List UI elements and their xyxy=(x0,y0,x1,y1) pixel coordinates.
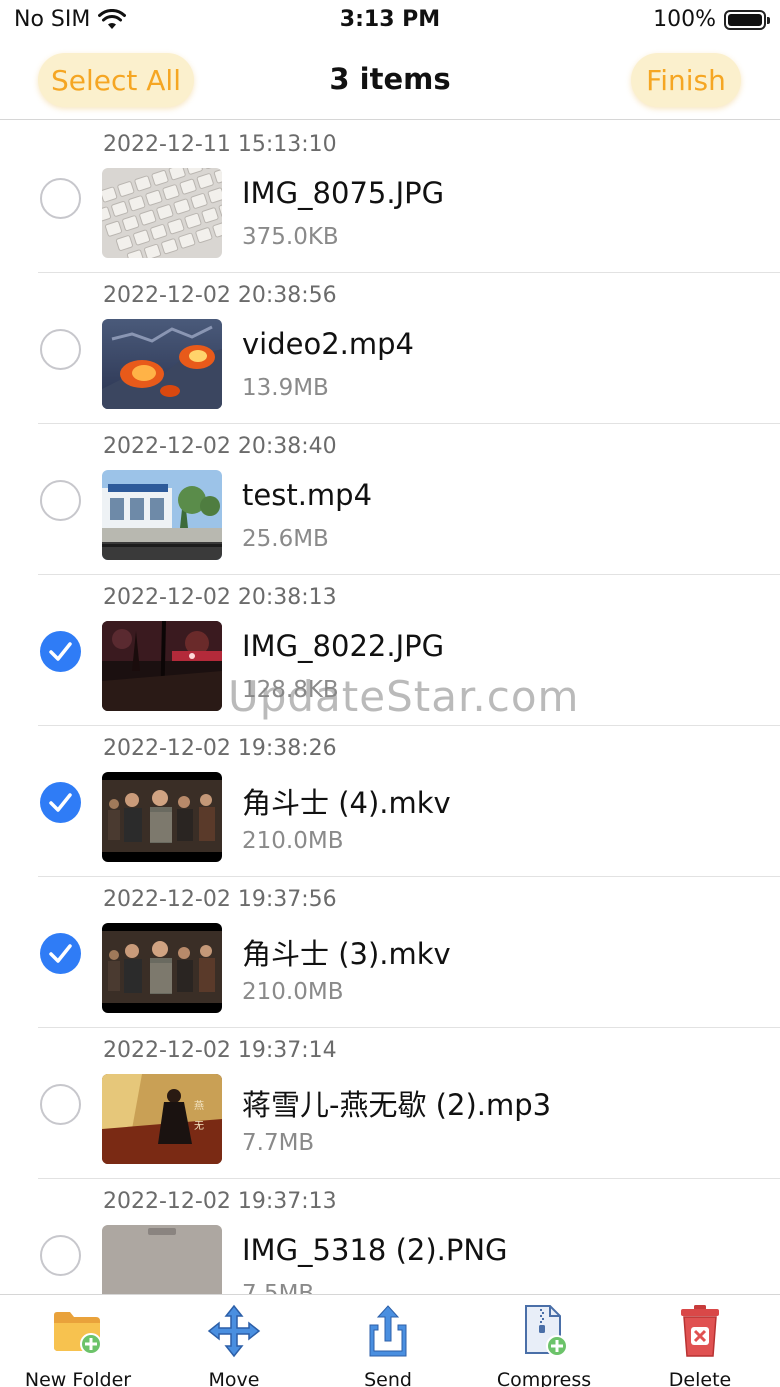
file-size: 25.6MB xyxy=(242,526,329,552)
move-button[interactable]: Move xyxy=(164,1303,304,1387)
file-name: video2.mp4 xyxy=(242,327,414,361)
battery-percent: 100% xyxy=(653,7,716,32)
new-folder-button[interactable]: New Folder xyxy=(8,1303,148,1387)
file-date: 2022-12-02 20:38:56 xyxy=(103,283,337,308)
file-date: 2022-12-02 19:37:56 xyxy=(103,887,337,912)
checkmark-icon xyxy=(49,944,72,963)
send-button[interactable]: Send xyxy=(318,1303,458,1387)
checkbox-unchecked[interactable] xyxy=(40,1084,81,1125)
file-date: 2022-12-02 20:38:13 xyxy=(103,585,337,610)
delete-label: Delete xyxy=(668,1369,732,1387)
file-row[interactable]: 2022-12-02 19:37:56 角斗士 (3).mkv 210.0MB xyxy=(0,877,780,1028)
file-size: 7.7MB xyxy=(242,1130,315,1156)
file-row[interactable]: 2022-12-02 20:38:13 IMG_8022.JPG 128.8KB xyxy=(0,575,780,726)
trash-icon xyxy=(681,1305,719,1357)
delete-button[interactable]: Delete xyxy=(630,1303,770,1387)
file-thumbnail[interactable] xyxy=(102,168,222,258)
file-date: 2022-12-11 15:13:10 xyxy=(103,132,337,157)
file-row[interactable]: 2022-12-11 15:13:10 IMG_8075.JPG 375.0KB xyxy=(0,122,780,273)
file-thumbnail[interactable] xyxy=(102,319,222,409)
file-thumbnail[interactable] xyxy=(102,621,222,711)
svg-text:无: 无 xyxy=(194,1121,204,1132)
battery-fill xyxy=(728,13,762,26)
compress-label: Compress xyxy=(496,1369,592,1387)
file-thumbnail[interactable] xyxy=(102,1225,222,1294)
new-folder-label: New Folder xyxy=(24,1369,132,1387)
file-date: 2022-12-02 19:38:26 xyxy=(103,736,337,761)
file-row[interactable]: 2022-12-02 20:38:40 test.mp4 25.6MB xyxy=(0,424,780,575)
file-thumbnail[interactable] xyxy=(102,470,222,560)
file-size: 375.0KB xyxy=(242,224,339,250)
status-bar: No SIM 3:13 PM 100% xyxy=(0,0,780,40)
move-arrows-icon xyxy=(207,1304,261,1358)
checkbox-checked[interactable] xyxy=(40,782,81,823)
checkbox-unchecked[interactable] xyxy=(40,480,81,521)
file-thumbnail[interactable] xyxy=(102,772,222,862)
file-size: 13.9MB xyxy=(242,375,329,401)
finish-button[interactable]: Finish xyxy=(631,53,741,107)
file-name: IMG_5318 (2).PNG xyxy=(242,1233,508,1267)
nav-bar: Select All 3 items Finish xyxy=(0,48,780,120)
status-right: 100% xyxy=(653,7,770,32)
new-folder-icon xyxy=(54,1312,102,1355)
file-name: IMG_8022.JPG xyxy=(242,629,445,663)
file-name: test.mp4 xyxy=(242,478,373,512)
share-icon xyxy=(369,1305,407,1357)
file-size: 128.8KB xyxy=(242,677,339,703)
file-name: 角斗士 (4).mkv xyxy=(242,786,451,820)
svg-text:燕: 燕 xyxy=(194,1100,204,1112)
file-row[interactable]: 2022-12-02 20:38:56 video2.mp4 13.9MB xyxy=(0,273,780,424)
checkbox-checked[interactable] xyxy=(40,933,81,974)
move-label: Move xyxy=(208,1369,260,1387)
file-name: 角斗士 (3).mkv xyxy=(242,937,451,971)
file-date: 2022-12-02 19:37:13 xyxy=(103,1189,337,1214)
battery-icon xyxy=(724,9,770,30)
file-size: 210.0MB xyxy=(242,979,344,1005)
file-size: 7.5MB xyxy=(242,1281,315,1294)
file-name: IMG_8075.JPG xyxy=(242,176,445,210)
checkbox-unchecked[interactable] xyxy=(40,1235,81,1276)
zip-file-icon xyxy=(525,1305,568,1357)
file-date: 2022-12-02 19:37:14 xyxy=(103,1038,337,1063)
checkbox-unchecked[interactable] xyxy=(40,178,81,219)
file-thumbnail[interactable]: 燕无 xyxy=(102,1074,222,1164)
file-list[interactable]: 2022-12-11 15:13:10 IMG_8075.JPG 375.0KB 20… xyxy=(0,122,780,1294)
compress-button[interactable]: Compress xyxy=(474,1303,614,1387)
bottom-toolbar: New Folder Move Send Compress Delete xyxy=(0,1294,780,1387)
file-row[interactable]: 2022-12-02 19:37:13 IMG_5318 (2).PNG 7.5MB xyxy=(0,1179,780,1294)
checkbox-checked[interactable] xyxy=(40,631,81,672)
file-row[interactable]: 2022-12-02 19:38:26 角斗士 (4).mkv 210.0MB xyxy=(0,726,780,877)
checkmark-icon xyxy=(49,793,72,812)
file-row[interactable]: 2022-12-02 19:37:14 燕无蒋雪儿-燕无歇 (2).mp3 7.7M… xyxy=(0,1028,780,1179)
file-size: 210.0MB xyxy=(242,828,344,854)
checkmark-icon xyxy=(49,642,72,661)
file-name: 蒋雪儿-燕无歇 (2).mp3 xyxy=(242,1088,552,1122)
send-label: Send xyxy=(364,1369,412,1387)
file-date: 2022-12-02 20:38:40 xyxy=(103,434,337,459)
file-thumbnail[interactable] xyxy=(102,923,222,1013)
checkbox-unchecked[interactable] xyxy=(40,329,81,370)
